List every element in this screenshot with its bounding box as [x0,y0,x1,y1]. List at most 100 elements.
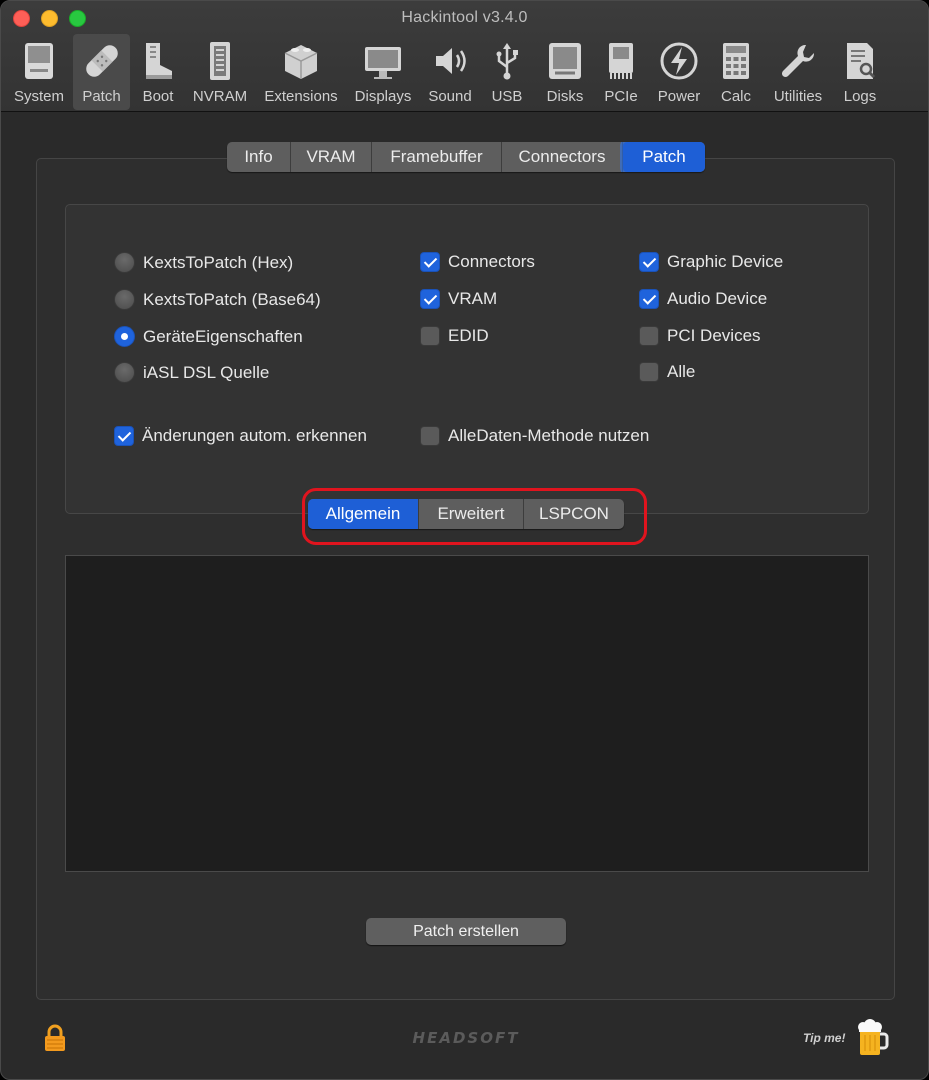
option-label: EDID [448,326,489,345]
speaker-icon [436,48,466,74]
toolbar-item-utilities[interactable]: Utilities [766,34,830,110]
checkbox[interactable] [420,289,440,309]
disk-icon [549,43,581,79]
radio-geraeteeigenschaften[interactable]: GeräteEigenschaften [114,326,303,347]
toolbar-item-patch[interactable]: Patch [73,34,130,110]
checkbox[interactable] [114,426,134,446]
wrench-icon [781,44,815,78]
toolbar-label: USB [491,88,523,105]
toolbar-label: Power [657,88,701,105]
subtab-erweitert[interactable]: Erweitert [419,499,524,529]
radio-kextstopatch-base64[interactable]: KextsToPatch (Base64) [114,289,321,310]
toolbar-label: Sound [428,88,472,105]
toolbar-item-system[interactable]: System [6,34,72,110]
radio-button[interactable] [114,289,135,310]
toolbar-item-displays[interactable]: Displays [350,34,416,110]
toolbar-label: Displays [354,88,412,105]
checkbox-audio-device[interactable]: Audio Device [639,289,767,309]
option-label: Audio Device [667,289,768,308]
toolbar-label: Disks [546,88,584,105]
checkbox[interactable] [639,252,659,272]
option-label: Alle [667,362,696,381]
system-icon [25,43,53,79]
toolbar-item-sound[interactable]: Sound [422,34,478,110]
toolbar-item-nvram[interactable]: NVRAM [188,34,252,110]
toolbar-item-boot[interactable]: Boot [135,34,181,110]
toolbar-item-disks[interactable]: Disks [539,34,591,110]
tab-bar: Info VRAM Framebuffer Connectors Patch [227,142,705,172]
radio-button[interactable] [114,362,135,383]
option-label: Connectors [448,252,535,271]
checkbox-edid[interactable]: EDID [420,326,489,346]
toolbar-item-pcie[interactable]: PCIe [598,34,644,110]
toolbar-item-extensions[interactable]: Extensions [257,34,345,110]
checkbox[interactable] [639,289,659,309]
toolbar-item-logs[interactable]: Logs [837,34,883,110]
usb-icon [496,43,518,80]
option-label: VRAM [448,289,498,308]
toolbar-label: Logs [843,88,877,105]
memory-icon [210,42,230,80]
tip-me-label[interactable]: Tip me! [803,1031,845,1045]
toolbar: Hackintool v3.4.0 System Patch Boot NVRA… [1,1,928,112]
toolbar-label: NVRAM [192,88,248,105]
checkbox[interactable] [420,252,440,272]
toolbar-item-calc[interactable]: Calc [714,34,758,110]
subtab-bar: Allgemein Erweitert LSPCON [308,499,624,529]
option-label: Graphic Device [667,252,784,271]
checkbox-vram[interactable]: VRAM [420,289,497,309]
option-label: AlleDaten-Methode nutzen [448,426,650,445]
window-title: Hackintool v3.4.0 [401,9,528,26]
radio-button[interactable] [114,326,135,347]
toolbar-label: Utilities [773,88,823,105]
lego-icon [284,45,318,79]
radio-button[interactable] [114,252,135,273]
power-icon [660,42,698,80]
option-label: KextsToPatch (Hex) [143,252,294,272]
bandage-icon [85,45,118,77]
calculator-icon [723,43,749,79]
toolbar-label: Calc [720,88,751,105]
tab-connectors[interactable]: Connectors [502,142,623,172]
subtab-allgemein[interactable]: Allgemein [308,499,419,529]
pcie-icon [609,43,633,79]
checkbox[interactable] [420,326,440,346]
tab-patch[interactable]: Patch [623,142,705,172]
patch-output-textarea[interactable] [65,555,869,872]
checkbox-connectors[interactable]: Connectors [420,252,535,272]
tab-info[interactable]: Info [227,142,291,172]
checkbox[interactable] [420,426,440,446]
toolbar-label: Extensions [264,88,338,105]
radio-iasl-dsl-quelle[interactable]: iASL DSL Quelle [114,362,269,383]
display-icon [365,47,401,79]
tab-vram[interactable]: VRAM [291,142,372,172]
app-window: Hackintool v3.4.0 System Patch Boot NVRA… [0,0,929,1080]
checkbox-alldata-method[interactable]: AlleDaten-Methode nutzen [420,426,649,446]
logs-icon [847,43,876,79]
beer-icon[interactable] [856,1019,890,1057]
toolbar-label: Patch [82,88,121,105]
tab-framebuffer[interactable]: Framebuffer [372,142,502,172]
toolbar-label: Boot [142,88,174,105]
subtab-lspcon[interactable]: LSPCON [524,499,624,529]
radio-kextstopatch-hex[interactable]: KextsToPatch (Hex) [114,252,293,273]
option-label: GeräteEigenschaften [143,326,303,346]
option-label: KextsToPatch (Base64) [143,289,321,309]
toolbar-label: System [13,88,64,105]
toolbar-item-power[interactable]: Power [652,34,706,110]
checkbox-alle[interactable]: Alle [639,362,695,382]
lock-icon[interactable] [43,1023,67,1053]
checkbox[interactable] [639,362,659,382]
headsoft-logo: HEADSOFT [412,1029,520,1047]
checkbox-pci-devices[interactable]: PCI Devices [639,326,761,346]
checkbox-graphic-device[interactable]: Graphic Device [639,252,783,272]
create-patch-button[interactable]: Patch erstellen [366,918,566,945]
toolbar-item-usb[interactable]: USB [484,34,530,110]
toolbar-label: PCIe [604,88,638,105]
option-label: PCI Devices [667,326,761,345]
patch-options-box [65,204,869,514]
boot-icon [146,43,172,79]
option-label: iASL DSL Quelle [143,362,270,382]
checkbox[interactable] [639,326,659,346]
checkbox-autodetect-changes[interactable]: Änderungen autom. erkennen [114,426,367,446]
